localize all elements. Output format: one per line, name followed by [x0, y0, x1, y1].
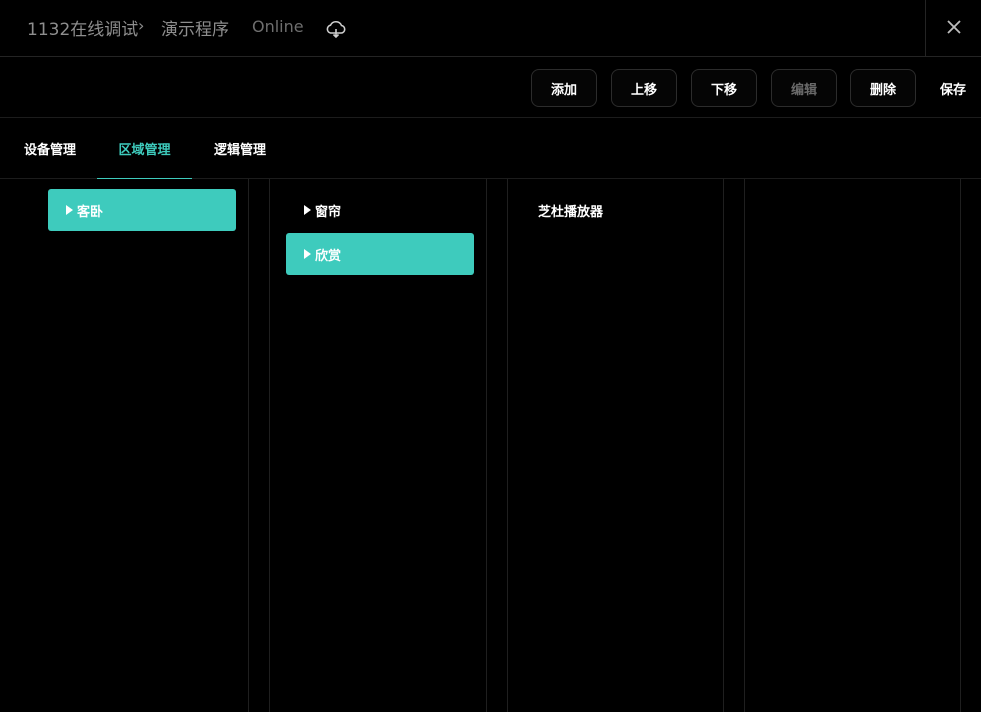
list-item-zidoo-player[interactable]: 芝杜播放器 [524, 189, 712, 231]
area-column-2: 窗帘 欣赏 [269, 179, 487, 712]
close-button[interactable] [925, 0, 981, 57]
area-column-4 [744, 179, 961, 712]
area-column-1: 客卧 [0, 179, 249, 712]
move-down-button[interactable]: 下移 [691, 69, 757, 107]
connection-status: Online [252, 17, 304, 36]
close-icon [946, 19, 961, 38]
expand-triangle-icon [304, 205, 311, 215]
list-item-label: 客卧 [77, 204, 104, 220]
list-item-appreciation[interactable]: 欣赏 [286, 233, 474, 275]
breadcrumb-current: 演示程序 [161, 20, 229, 40]
move-up-button[interactable]: 上移 [611, 69, 677, 107]
tab-device-management[interactable]: 设备管理 [15, 118, 85, 179]
tab-bar: 设备管理 区域管理 逻辑管理 [0, 118, 981, 179]
list-item-label: 芝杜播放器 [538, 204, 604, 220]
list-item-guest-bedroom[interactable]: 客卧 [48, 189, 236, 231]
tab-area-management[interactable]: 区域管理 [97, 118, 192, 179]
area-column-3: 芝杜播放器 [507, 179, 724, 712]
breadcrumb-separator: › [138, 16, 145, 35]
edit-button[interactable]: 编辑 [771, 69, 837, 107]
cloud-sync-icon[interactable] [325, 19, 347, 39]
toolbar: 添加 上移 下移 编辑 删除 保存 [0, 57, 981, 118]
breadcrumb-root[interactable]: 1132在线调试 [27, 15, 138, 40]
tab-logic-management[interactable]: 逻辑管理 [205, 118, 275, 179]
list-item-label: 窗帘 [315, 204, 342, 220]
save-button[interactable]: 保存 [936, 69, 970, 107]
expand-triangle-icon [66, 205, 73, 215]
delete-button[interactable]: 删除 [850, 69, 916, 107]
app-window: 1132在线调试 › 演示程序 Online 添加 上移 下移 编辑 删除 保存… [0, 0, 981, 712]
add-button[interactable]: 添加 [531, 69, 597, 107]
list-item-curtain[interactable]: 窗帘 [286, 189, 474, 231]
list-item-label: 欣赏 [315, 248, 342, 264]
expand-triangle-icon [304, 249, 311, 259]
title-bar: 1132在线调试 › 演示程序 Online [0, 0, 981, 57]
